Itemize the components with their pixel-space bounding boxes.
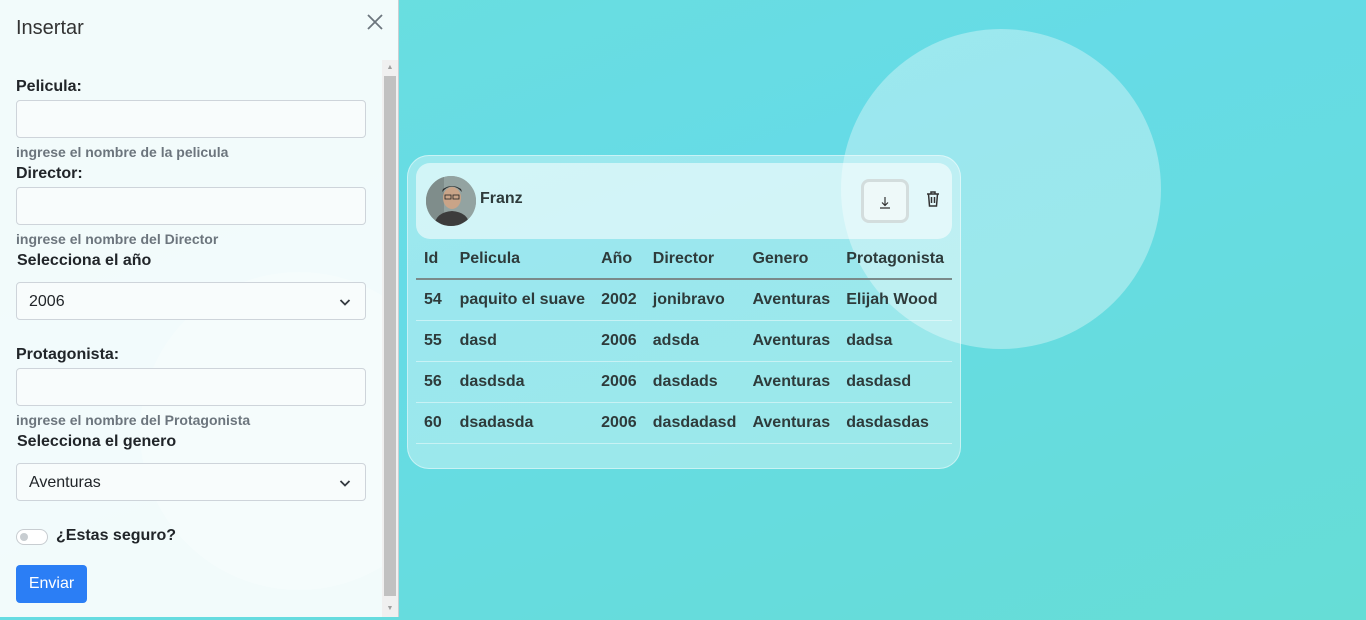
cell-anio: 2006: [593, 402, 645, 444]
cell-pelicula: paquito el suave: [451, 279, 594, 321]
director-help: ingrese el nombre del Director: [16, 231, 219, 247]
pelicula-input[interactable]: [16, 100, 366, 138]
movies-table: Id Pelicula Año Director Genero Protagon…: [416, 240, 952, 444]
panel-scrollbar[interactable]: ▲ ▼: [382, 60, 398, 617]
cell-id: 54: [416, 279, 452, 321]
column-header-pelicula: Pelicula: [451, 240, 594, 280]
protagonista-label: Protagonista:: [16, 346, 120, 363]
anio-selected-value: 2006: [29, 293, 65, 310]
column-header-genero: Genero: [744, 240, 839, 280]
cell-director: jonibravo: [644, 279, 745, 321]
column-header-protagonista: Protagonista: [838, 240, 952, 280]
panel-title: Insertar: [16, 17, 84, 39]
director-input[interactable]: [16, 187, 366, 225]
cell-protagonista: Elijah Wood: [838, 279, 952, 321]
cell-anio: 2006: [593, 320, 645, 362]
confirm-toggle[interactable]: [16, 529, 48, 545]
column-header-director: Director: [644, 240, 745, 280]
table-row: 56 dasdsda 2006 dasdads Aventuras dasdas…: [416, 361, 952, 403]
cell-director: adsda: [644, 320, 745, 362]
scroll-down-arrow-icon[interactable]: ▼: [382, 601, 398, 617]
cell-id: 60: [416, 402, 452, 444]
cell-protagonista: dadsa: [838, 320, 952, 362]
scroll-thumb[interactable]: [384, 76, 396, 596]
chevron-down-icon: [339, 295, 351, 313]
cell-pelicula: dasdsda: [451, 361, 594, 403]
protagonista-input[interactable]: [16, 368, 366, 406]
cell-id: 55: [416, 320, 452, 362]
pelicula-label: Pelicula:: [16, 78, 82, 95]
confirm-toggle-label: ¿Estas seguro?: [56, 527, 177, 544]
anio-label: Selecciona el año: [17, 252, 152, 269]
cell-protagonista: dasdasd: [838, 361, 952, 403]
director-label: Director:: [16, 165, 83, 182]
column-header-id: Id: [416, 240, 452, 280]
table-row: 55 dasd 2006 adsda Aventuras dadsa: [416, 320, 952, 362]
table-header-row: Id Pelicula Año Director Genero Protagon…: [416, 240, 952, 280]
anio-select[interactable]: 2006: [16, 282, 366, 320]
cell-protagonista: dasdasdas: [838, 402, 952, 444]
insert-panel: Insertar Pelicula: ingrese el nombre de …: [0, 0, 399, 617]
table-row: 54 paquito el suave 2002 jonibravo Avent…: [416, 279, 952, 321]
cell-genero: Aventuras: [744, 361, 839, 403]
user-name: Franz: [480, 190, 523, 207]
cell-director: dasdads: [644, 361, 745, 403]
column-header-anio: Año: [593, 240, 645, 280]
genero-label: Selecciona el genero: [17, 433, 177, 450]
cell-genero: Aventuras: [744, 279, 839, 321]
protagonista-help: ingrese el nombre del Protagonista: [16, 412, 251, 428]
genero-select[interactable]: Aventuras: [16, 463, 366, 501]
avatar: [426, 176, 476, 226]
scroll-up-arrow-icon[interactable]: ▲: [382, 60, 398, 76]
cell-genero: Aventuras: [744, 320, 839, 362]
table-row: 60 dsadasda 2006 dasdadasd Aventuras das…: [416, 402, 952, 444]
cell-id: 56: [416, 361, 452, 403]
cell-anio: 2006: [593, 361, 645, 403]
genero-selected-value: Aventuras: [29, 474, 101, 491]
card-header: Franz: [416, 163, 952, 239]
cell-anio: 2002: [593, 279, 645, 321]
submit-button[interactable]: Enviar: [16, 565, 87, 603]
cell-director: dasdadasd: [644, 402, 745, 444]
trash-icon[interactable]: [921, 187, 945, 211]
close-icon[interactable]: [364, 11, 386, 33]
arrow-down-to-line-icon: [880, 197, 890, 209]
download-button[interactable]: [861, 179, 909, 223]
cell-pelicula: dsadasda: [451, 402, 594, 444]
movie-card: Franz Id Pelicula Año Director Genero Pr…: [407, 155, 961, 469]
chevron-down-icon: [339, 476, 351, 494]
pelicula-help: ingrese el nombre de la pelicula: [16, 144, 229, 160]
toggle-knob: [20, 533, 28, 541]
cell-genero: Aventuras: [744, 402, 839, 444]
cell-pelicula: dasd: [451, 320, 594, 362]
